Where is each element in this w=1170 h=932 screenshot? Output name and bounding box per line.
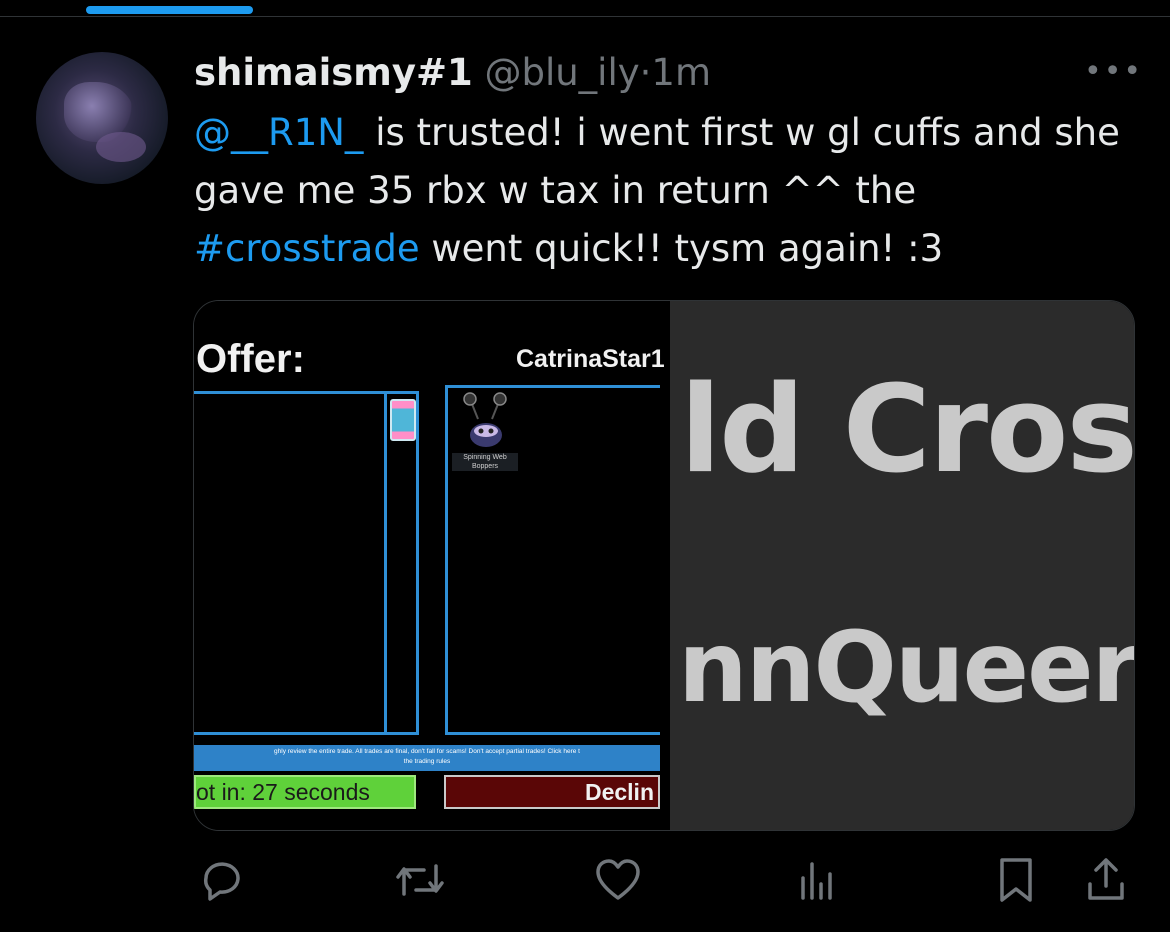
user-handle[interactable]: @blu_ily bbox=[484, 51, 639, 94]
media-attachment[interactable]: Offer: CatrinaStar1 Spinning Web Boppers… bbox=[193, 300, 1135, 831]
retweet-icon[interactable] bbox=[392, 850, 448, 910]
trade-rules-text: ghly review the entire trade. All trades… bbox=[274, 748, 580, 755]
zoomed-text-line: nnQueer bbox=[678, 611, 1134, 725]
tweet-text: @__R1N_ is trusted! i went first w gl cu… bbox=[194, 104, 1134, 278]
trade-item-name: Spinning Web Boppers bbox=[452, 453, 518, 471]
web-boppers-icon bbox=[463, 392, 507, 447]
trade-partner-name: CatrinaStar1 bbox=[516, 345, 665, 373]
mention-link[interactable]: @__R1N_ bbox=[194, 111, 363, 154]
tweet-header: shimaismy#1 @blu_ily·1m bbox=[194, 48, 711, 98]
accept-trade-button[interactable]: ot in: 27 seconds bbox=[194, 775, 416, 809]
trade-offer-label: Offer: bbox=[196, 337, 305, 381]
card-item-icon bbox=[390, 399, 416, 441]
trade-screenshot-image[interactable]: Offer: CatrinaStar1 Spinning Web Boppers… bbox=[194, 301, 670, 830]
trade-frame-line bbox=[445, 385, 660, 388]
share-icon[interactable] bbox=[1082, 850, 1130, 910]
trade-frame-line bbox=[384, 391, 387, 735]
active-tab-indicator bbox=[86, 6, 253, 14]
avatar[interactable] bbox=[36, 52, 168, 184]
separator-dot: · bbox=[639, 51, 652, 94]
top-bar bbox=[0, 0, 1170, 17]
tweet-text-segment: went quick!! tysm again! :3 bbox=[419, 227, 944, 270]
trade-rules-bar[interactable]: ghly review the entire trade. All trades… bbox=[194, 745, 660, 771]
trade-frame-line bbox=[445, 385, 448, 735]
reply-icon[interactable] bbox=[196, 850, 248, 910]
views-icon[interactable] bbox=[795, 850, 839, 910]
decline-trade-button[interactable]: Declin bbox=[444, 775, 660, 809]
zoomed-screenshot-image[interactable]: ld Cros nnQueer bbox=[670, 301, 1134, 830]
tweet-actions bbox=[0, 850, 1170, 910]
more-options-icon[interactable]: ••• bbox=[1084, 54, 1143, 89]
trade-frame-line bbox=[445, 732, 660, 735]
bookmark-icon[interactable] bbox=[994, 850, 1038, 910]
zoomed-text-line: ld Cros bbox=[680, 361, 1134, 500]
trade-rules-text: the trading rules bbox=[403, 758, 451, 765]
avatar-figure-shadow bbox=[96, 132, 146, 162]
display-name[interactable]: shimaismy#1 bbox=[194, 51, 473, 94]
heart-icon[interactable] bbox=[593, 850, 643, 910]
tweet-time[interactable]: 1m bbox=[651, 51, 711, 94]
trade-frame-line bbox=[416, 391, 419, 735]
hashtag-link[interactable]: #crosstrade bbox=[194, 227, 420, 270]
